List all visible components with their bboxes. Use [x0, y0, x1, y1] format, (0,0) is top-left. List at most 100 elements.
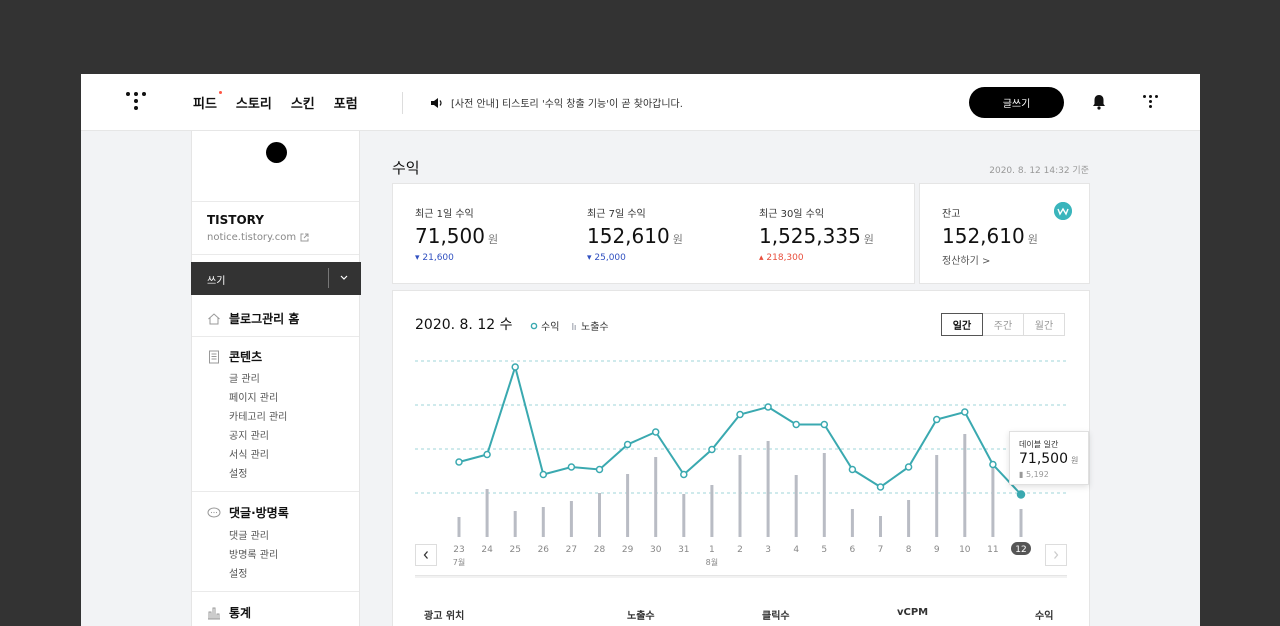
th-revenue[interactable]: 수익: [1035, 607, 1053, 622]
bell-icon[interactable]: [1092, 94, 1106, 110]
impressions-bar: [963, 434, 967, 537]
revenue-point: [483, 450, 491, 459]
nav-forum[interactable]: 포럼: [334, 93, 358, 112]
revenue-point: [455, 458, 463, 466]
menu-blog-home[interactable]: 블로그관리 홈: [207, 310, 299, 327]
impressions-bar: [626, 474, 630, 537]
stat-value-7day-number: 152,610: [587, 224, 670, 248]
impressions-bar: [513, 511, 517, 537]
impressions-bar: [569, 501, 573, 537]
menu-comment-manage[interactable]: 댓글 관리: [229, 527, 269, 542]
tab-monthly[interactable]: 월간: [1023, 313, 1065, 336]
revenue-point: [680, 470, 688, 479]
impressions-bar: [682, 494, 686, 537]
x-tick-label: 5: [821, 545, 827, 555]
blog-url-link[interactable]: notice.tistory.com: [207, 232, 309, 243]
balance-unit: 원: [1027, 233, 1038, 246]
menu-guestbook-manage[interactable]: 방명록 관리: [229, 546, 278, 561]
revenue-summary-card: 최근 1일 수익 71,500 원 ▾ 21,600 최근 7일 수익 152,6…: [392, 183, 915, 284]
revenue-point: [820, 420, 829, 429]
chart-tooltip: 데이블 일간 71,500 원 ▮ 5,192: [1009, 431, 1089, 485]
tooltip-value-number: 71,500: [1019, 451, 1068, 467]
revenue-point: [539, 470, 548, 479]
menu-page-manage[interactable]: 페이지 관리: [229, 389, 278, 404]
home-icon: [208, 312, 220, 324]
write-dropdown[interactable]: 쓰기: [191, 262, 361, 295]
nav-skin[interactable]: 스킨: [291, 93, 315, 112]
impressions-bar: [541, 507, 545, 537]
menu-stats[interactable]: 통계: [207, 604, 251, 621]
menu-comments-label: 댓글·방명록: [229, 506, 289, 520]
th-ad-position[interactable]: 광고 위치: [424, 607, 464, 622]
sidebar-divider: [192, 336, 359, 337]
stats-icon: [208, 607, 220, 619]
blog-name[interactable]: TISTORY: [207, 213, 264, 227]
stat-value-30day: 1,525,335 원: [759, 224, 874, 248]
chart-panel: 23 24 25 26 27 28 29 30 31 1 2 3 4 5 6 7 8 9 10 11 12 7월 8월 20…: [392, 290, 1090, 626]
impressions-bar: [935, 455, 939, 537]
settle-link[interactable]: 정산하기 >: [942, 252, 990, 267]
tooltip-impressions-value: 5,192: [1025, 470, 1049, 479]
x-month-label: 8월: [706, 557, 718, 567]
chevron-left-icon: [423, 551, 428, 559]
chevron-down-icon[interactable]: [339, 270, 349, 286]
tistory-logo-icon[interactable]: [126, 92, 148, 114]
write-post-button[interactable]: 글쓰기: [969, 87, 1064, 118]
revenue-point: [961, 408, 969, 416]
stat-label-1day: 최근 1일 수익: [415, 209, 474, 220]
x-month-label: 7월: [453, 557, 465, 567]
balance-value-number: 152,610: [942, 224, 1025, 248]
impressions-bar: [766, 441, 770, 537]
x-tick-label: 10: [959, 545, 971, 555]
th-clicks[interactable]: 클릭수: [762, 607, 790, 622]
menu-notice-manage[interactable]: 공지 관리: [229, 427, 269, 442]
menu-post-manage[interactable]: 글 관리: [229, 370, 260, 385]
nav-story[interactable]: 스토리: [236, 93, 272, 112]
legend-revenue-marker-icon: [530, 322, 538, 329]
revenue-point: [904, 463, 913, 471]
stat-change-1day-value: 21,600: [422, 253, 454, 263]
x-tick-label: 31: [678, 545, 689, 555]
revenue-point: [736, 410, 744, 419]
impressions-bar: [850, 509, 854, 537]
impressions-bar: [738, 455, 742, 537]
revenue-point: [1016, 490, 1026, 499]
impressions-bar: [598, 493, 601, 537]
x-tick-label: 30: [650, 545, 662, 555]
revenue-point: [708, 445, 716, 454]
tooltip-label: 데이블 일간: [1019, 440, 1059, 449]
menu-contents-settings[interactable]: 설정: [229, 465, 247, 480]
external-link-icon: [300, 233, 309, 242]
menu-category-manage[interactable]: 카테고리 관리: [229, 408, 287, 423]
impressions-bar: [457, 517, 461, 537]
stat-label-7day: 최근 7일 수익: [587, 209, 646, 220]
chart-next-button[interactable]: [1045, 544, 1067, 566]
revenue-point: [651, 428, 660, 436]
main-nav: 피드 스토리 스킨 포럼: [193, 91, 358, 112]
revenue-point: [792, 420, 800, 429]
stat-value-1day: 71,500 원: [415, 224, 498, 248]
x-tick-label: 11: [987, 545, 998, 555]
profile-menu-icon[interactable]: [1143, 95, 1159, 111]
th-impressions[interactable]: 노출수: [627, 607, 655, 622]
top-bar: 피드 스토리 스킨 포럼 [사전 안내] 티스토리 '수익 창출 기능'이 곧 …: [81, 74, 1200, 131]
chart-prev-button[interactable]: [415, 544, 437, 566]
impressions-bar: [1019, 509, 1023, 537]
as-of-timestamp: 2020. 8. 12 14:32 기준: [989, 166, 1089, 176]
impressions-bar: [485, 489, 489, 537]
menu-template-manage[interactable]: 서식 관리: [229, 446, 269, 461]
blog-avatar[interactable]: [266, 142, 287, 163]
document-icon: [209, 350, 219, 363]
notice-banner[interactable]: [사전 안내] 티스토리 '수익 창출 기능'이 곧 찾아갑니다.: [431, 95, 683, 110]
nav-feed[interactable]: 피드: [193, 91, 222, 112]
menu-contents[interactable]: 콘텐츠: [207, 348, 262, 365]
menu-comments-settings[interactable]: 설정: [229, 565, 247, 580]
stat-unit: 원: [487, 233, 499, 246]
th-vcpm[interactable]: vCPM: [897, 607, 928, 618]
x-tick-label: 23: [453, 545, 464, 555]
menu-comments[interactable]: 댓글·방명록: [207, 504, 289, 521]
tab-daily[interactable]: 일간: [941, 313, 983, 336]
tab-weekly[interactable]: 주간: [982, 313, 1024, 336]
stat-change-30day-value: 218,300: [766, 253, 804, 263]
legend-revenue: 수익: [530, 318, 559, 333]
